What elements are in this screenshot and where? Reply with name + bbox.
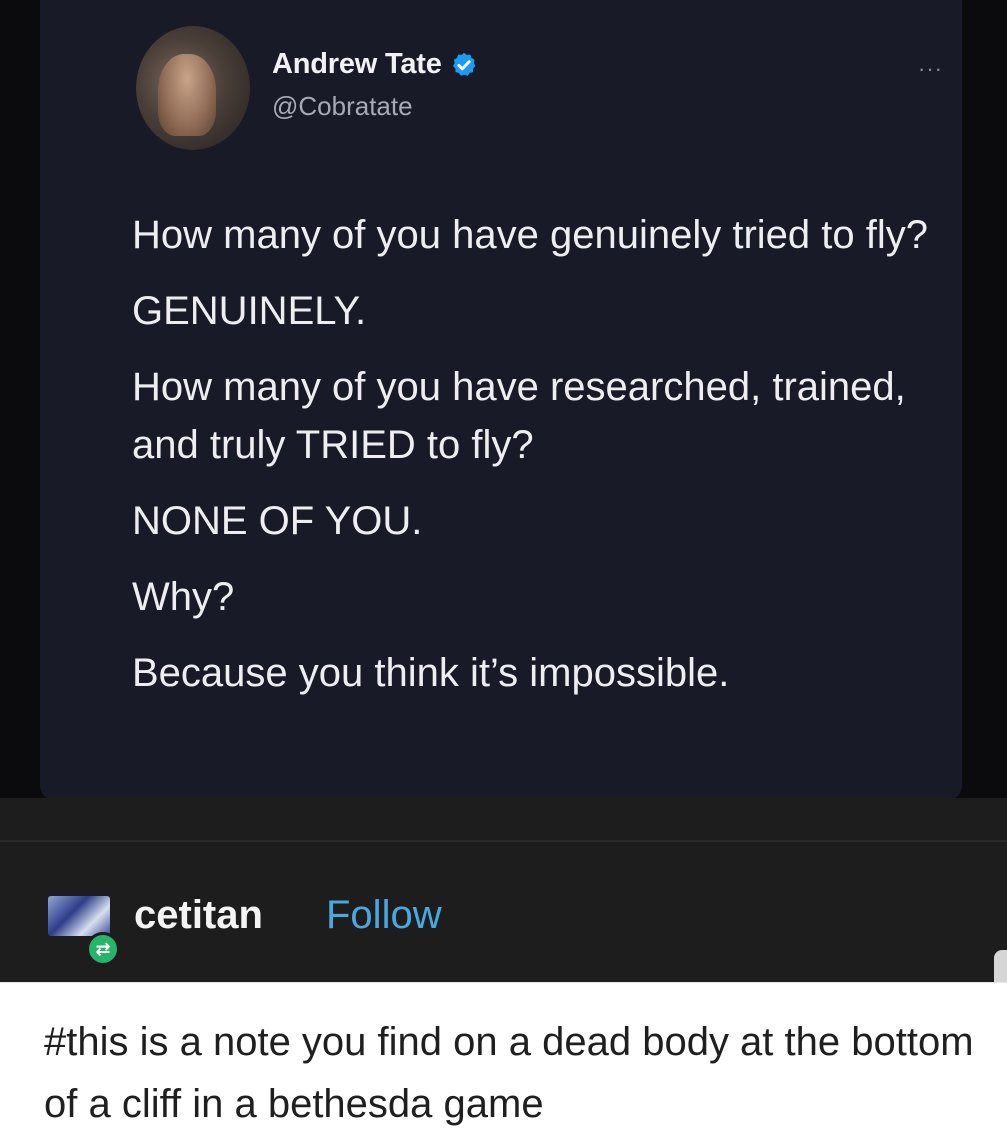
reblog-icon: ⇄ <box>86 932 120 966</box>
author-name-row: Andrew Tate <box>272 48 478 81</box>
more-options-icon[interactable]: ··· <box>918 56 943 82</box>
screenshot: Andrew Tate @Cobratate ··· How many of y… <box>0 0 1007 1134</box>
tweet-paragraph: How many of you have genuinely tried to … <box>132 213 928 257</box>
author-name[interactable]: Andrew Tate <box>272 48 442 81</box>
author-avatar[interactable] <box>136 26 250 150</box>
tweet-text: How many of you have genuinely tried to … <box>132 206 972 720</box>
tweet-card: Andrew Tate @Cobratate ··· How many of y… <box>40 0 962 800</box>
tweet-paragraph: How many of you have researched, trained… <box>132 365 906 467</box>
user-avatar[interactable] <box>48 896 110 936</box>
tweet-paragraph: NONE OF YOU. <box>132 499 423 543</box>
post-body: #this is a note you find on a dead body … <box>0 982 1007 1134</box>
follow-button[interactable]: Follow <box>326 893 442 938</box>
verified-badge-icon <box>450 51 478 79</box>
author-handle[interactable]: @Cobratate <box>272 91 478 122</box>
tweet-paragraph: GENUINELY. <box>132 289 367 333</box>
tweet-paragraph: Because you think it’s impossible. <box>132 651 730 695</box>
divider <box>0 840 1007 842</box>
tweet-paragraph: Why? <box>132 575 235 619</box>
avatar-figure <box>158 54 216 136</box>
reblog-header <box>0 798 1007 984</box>
post-text: #this is a note you find on a dead body … <box>44 1020 974 1126</box>
tweet-author: Andrew Tate @Cobratate <box>272 48 478 122</box>
username-link[interactable]: cetitan <box>134 893 263 938</box>
